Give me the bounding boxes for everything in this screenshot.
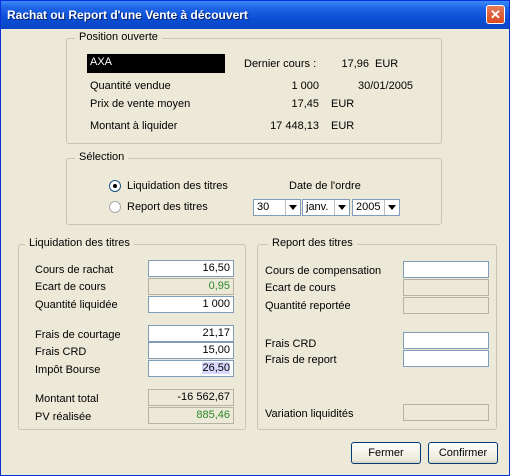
frais-courtage-label: Frais de courtage <box>35 329 121 341</box>
pv-realisee-label: PV réalisée <box>35 411 92 423</box>
frais-courtage-input[interactable]: 21,17 <box>148 325 234 342</box>
montant-total-value: -16 562,67 <box>177 391 230 403</box>
radio-report[interactable] <box>109 201 121 213</box>
date-ordre-label: Date de l'ordre <box>289 180 361 192</box>
cours-compensation-label: Cours de compensation <box>265 265 382 277</box>
quantite-vendue-value: 1 000 <box>291 80 319 92</box>
dernier-cours-label: Dernier cours : <box>244 58 317 70</box>
cours-rachat-label: Cours de rachat <box>35 264 114 276</box>
chevron-down-icon[interactable] <box>384 200 399 215</box>
prix-vente-value: 17,45 <box>291 98 319 110</box>
liquidation-group-label: Liquidation des titres <box>25 237 134 249</box>
selection-group-label: Sélection <box>75 151 129 163</box>
montant-liquider-value: 17 448,13 <box>270 120 319 132</box>
dernier-cours-currency: EUR <box>375 58 399 70</box>
day-value: 30 <box>257 201 270 213</box>
dernier-cours-value: 17,96 <box>341 58 369 70</box>
pv-realisee-field: 885,46 <box>148 407 234 424</box>
variation-liquidites-label: Variation liquidités <box>265 408 354 420</box>
prix-vente-label: Prix de vente moyen <box>90 98 191 110</box>
symbol-field: AXA <box>87 54 225 73</box>
quantite-reportee-label: Quantité reportée <box>265 300 351 312</box>
impot-bourse-value: 26,50 <box>202 362 230 374</box>
report-frais-crd-label: Frais CRD <box>265 338 317 350</box>
close-icon[interactable]: ✕ <box>486 5 505 24</box>
montant-liquider-label: Montant à liquider <box>90 120 178 132</box>
impot-bourse-label: Impôt Bourse <box>35 364 101 376</box>
quantite-liquidee-input[interactable]: 1 000 <box>148 296 234 313</box>
montant-total-field: -16 562,67 <box>148 389 234 406</box>
year-select[interactable]: 2005 <box>352 199 400 216</box>
report-ecart-label: Ecart de cours <box>265 282 336 294</box>
month-select[interactable]: janv. <box>302 199 350 216</box>
ecart-cours-field: 0,95 <box>148 278 234 295</box>
position-group-label: Position ouverte <box>75 31 162 43</box>
frais-crd-label: Frais CRD <box>35 346 87 358</box>
dialog-window: Rachat ou Report d'une Vente à découvert… <box>0 0 510 476</box>
frais-crd-input[interactable]: 15,00 <box>148 342 234 359</box>
quantite-liquidee-label: Quantité liquidée <box>35 299 118 311</box>
quantite-liquidee-value: 1 000 <box>202 298 230 310</box>
report-ecart-field <box>403 279 489 296</box>
fermer-button[interactable]: Fermer <box>351 442 421 464</box>
report-frais-crd-input[interactable] <box>403 332 489 349</box>
chevron-down-icon[interactable] <box>334 200 349 215</box>
radio-liquidation[interactable] <box>109 180 121 192</box>
impot-bourse-input[interactable]: 26,50 <box>148 360 234 377</box>
montant-liquider-currency: EUR <box>331 120 355 132</box>
frais-courtage-value: 21,17 <box>202 327 230 339</box>
year-value: 2005 <box>356 201 381 213</box>
report-group-label: Report des titres <box>268 237 357 249</box>
frais-report-label: Frais de report <box>265 354 337 366</box>
radio-report-label[interactable]: Report des titres <box>127 201 208 213</box>
montant-total-label: Montant total <box>35 393 99 405</box>
frais-report-input[interactable] <box>403 350 489 367</box>
quantite-vendue-date: 30/01/2005 <box>358 80 414 92</box>
cours-rachat-value: 16,50 <box>202 262 230 274</box>
ecart-cours-value: 0,95 <box>208 280 230 292</box>
day-select[interactable]: 30 <box>253 199 301 216</box>
quantite-vendue-label: Quantité vendue <box>90 80 171 92</box>
month-value: janv. <box>306 201 329 213</box>
quantite-reportee-field <box>403 297 489 314</box>
cours-rachat-input[interactable]: 16,50 <box>148 260 234 277</box>
title-bar[interactable]: Rachat ou Report d'une Vente à découvert… <box>1 1 509 29</box>
frais-crd-value: 15,00 <box>202 344 230 356</box>
chevron-down-icon[interactable] <box>285 200 300 215</box>
cours-compensation-input[interactable] <box>403 261 489 278</box>
radio-liquidation-label[interactable]: Liquidation des titres <box>127 180 228 192</box>
ecart-cours-label: Ecart de cours <box>35 281 106 293</box>
confirmer-button[interactable]: Confirmer <box>428 442 498 464</box>
variation-liquidites-field <box>403 404 489 421</box>
prix-vente-currency: EUR <box>331 98 355 110</box>
window-title: Rachat ou Report d'une Vente à découvert <box>7 8 248 22</box>
pv-realisee-value: 885,46 <box>196 409 230 421</box>
